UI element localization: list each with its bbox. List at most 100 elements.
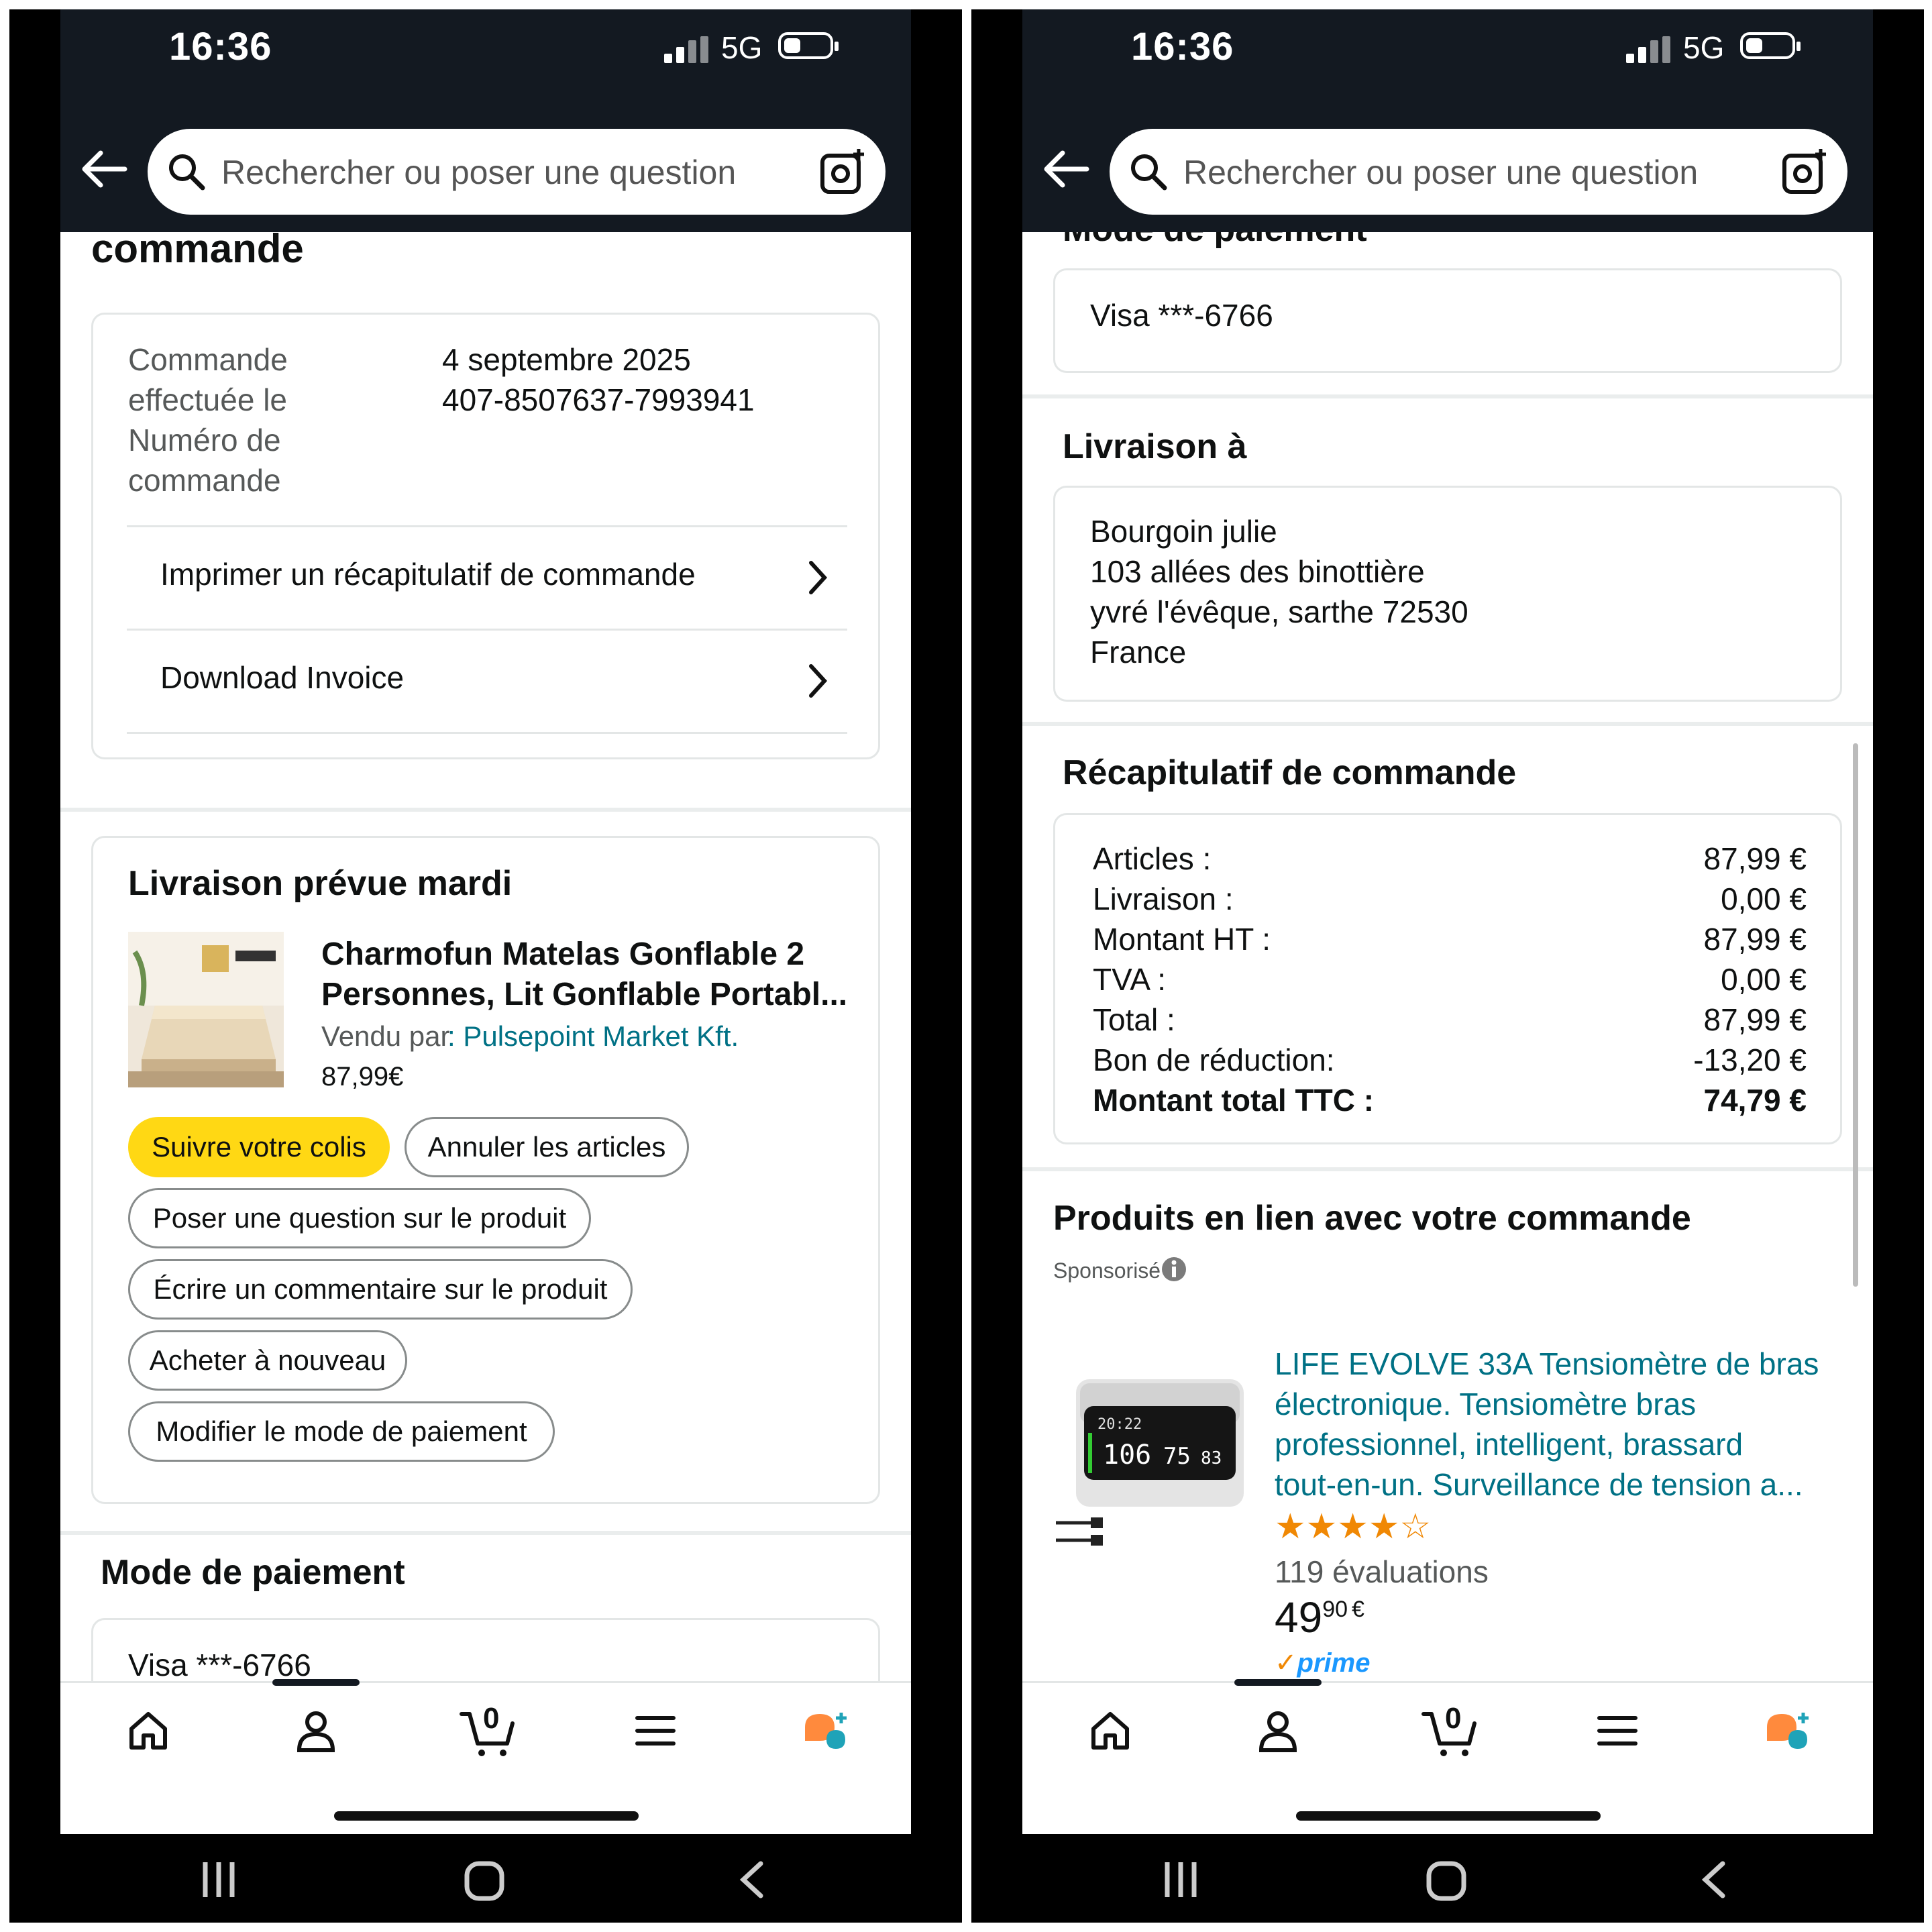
recent-apps-icon[interactable]	[1161, 1860, 1201, 1900]
product-image-blood-pressure-monitor[interactable]: 20:22 106 75 83	[1049, 1359, 1250, 1560]
search-icon	[169, 154, 205, 191]
summary-value: 87,99 €	[1703, 922, 1807, 957]
app-screen: 16:36 5G Rechercher ou poser une questio…	[1022, 9, 1873, 1834]
camera-lens-icon[interactable]	[1779, 146, 1830, 197]
menu-icon[interactable]	[632, 1707, 679, 1754]
device-display-time: 20:22	[1097, 1416, 1142, 1433]
print-summary-row[interactable]: Imprimer un récapitulatif de commande	[127, 528, 847, 629]
cart-count: 0	[1445, 1702, 1462, 1735]
account-icon[interactable]	[1254, 1707, 1301, 1754]
system-back-icon[interactable]	[735, 1860, 769, 1900]
camera-lens-icon[interactable]	[817, 146, 868, 197]
back-arrow-icon[interactable]	[1042, 149, 1089, 189]
recent-apps-icon[interactable]	[199, 1860, 239, 1900]
divider	[127, 525, 847, 527]
print-summary-label: Imprimer un récapitulatif de commande	[160, 557, 696, 592]
write-review-button[interactable]: Écrire un commentaire sur le produit	[128, 1259, 633, 1320]
cart-button[interactable]: 0	[1421, 1701, 1481, 1761]
seller-link[interactable]: : Pulsepoint Market Kft.	[447, 1020, 739, 1053]
order-date-label-2: effectuée le	[128, 382, 288, 417]
info-icon[interactable]	[1161, 1256, 1187, 1283]
related-product-title-1[interactable]: LIFE EVOLVE 33A Tensiomètre de bras	[1275, 1346, 1819, 1382]
rufus-assistant-icon[interactable]	[800, 1707, 853, 1761]
star-filled-icon: ★	[1337, 1507, 1368, 1546]
summary-row: Livraison : 0,00 €	[1093, 881, 1807, 921]
shipping-address-card: Bourgoin julie 103 allées des binottière…	[1053, 486, 1842, 702]
system-back-icon[interactable]	[1697, 1860, 1731, 1900]
network-type: 5G	[721, 30, 763, 65]
price-fraction: 90	[1322, 1597, 1348, 1622]
change-payment-button[interactable]: Modifier le mode de paiement	[128, 1401, 555, 1462]
chevron-right-icon	[809, 561, 828, 594]
system-home-icon[interactable]	[463, 1860, 506, 1902]
home-icon[interactable]	[125, 1707, 172, 1754]
rufus-assistant-icon[interactable]	[1762, 1707, 1815, 1761]
related-product-title-2[interactable]: électronique. Tensiomètre bras	[1275, 1386, 1696, 1422]
search-input[interactable]: Rechercher ou poser une question	[221, 153, 736, 192]
right-phone-screenshot: 16:36 5G Rechercher ou poser une questio…	[971, 9, 1924, 1923]
order-summary-card: Articles : 87,99 € Livraison : 0,00 € Mont…	[1053, 813, 1842, 1144]
payment-card: Visa ***-6766	[91, 1618, 880, 1681]
page-title: commande	[91, 232, 304, 271]
device-display-sys: 106	[1103, 1440, 1151, 1470]
delivery-title: Livraison prévue mardi	[128, 864, 513, 903]
ask-question-button[interactable]: Poser une question sur le produit	[128, 1188, 591, 1248]
section-separator	[60, 1531, 911, 1535]
review-count[interactable]: 119 évaluations	[1275, 1554, 1489, 1590]
summary-value: 0,00 €	[1721, 962, 1807, 997]
search-bar[interactable]: Rechercher ou poser une question	[148, 129, 885, 215]
download-invoice-row[interactable]: Download Invoice	[127, 631, 847, 732]
account-icon[interactable]	[292, 1707, 339, 1754]
summary-value: 87,99 €	[1703, 1002, 1807, 1037]
summary-row: TVA : 0,00 €	[1093, 961, 1807, 1002]
star-rating[interactable]: ★★★★☆	[1275, 1507, 1431, 1547]
menu-icon[interactable]	[1594, 1707, 1641, 1754]
prime-check-icon: ✓	[1275, 1648, 1297, 1678]
track-package-button[interactable]: Suivre votre colis	[128, 1117, 390, 1177]
summary-value: 0,00 €	[1721, 881, 1807, 916]
product-image-air-mattress[interactable]	[128, 932, 284, 1087]
price-currency: €	[1352, 1597, 1364, 1622]
prime-badge: ✓prime	[1275, 1648, 1370, 1678]
back-arrow-icon[interactable]	[80, 149, 127, 189]
price-whole: 49	[1275, 1593, 1323, 1642]
related-product-title-4[interactable]: tout-en-un. Surveillance de tension a...	[1275, 1466, 1803, 1503]
sold-by-label: Vendu par	[321, 1020, 450, 1052]
cart-count: 0	[483, 1702, 500, 1735]
summary-label: Total :	[1093, 1002, 1175, 1037]
home-icon[interactable]	[1087, 1707, 1134, 1754]
signal-icon	[1626, 36, 1670, 63]
cancel-items-button[interactable]: Annuler les articles	[405, 1117, 689, 1177]
divider	[127, 732, 847, 734]
related-product-title-3[interactable]: professionnel, intelligent, brassard	[1275, 1426, 1743, 1462]
summary-label: Livraison :	[1093, 881, 1234, 916]
cart-button[interactable]: 0	[459, 1701, 519, 1761]
summary-label: TVA :	[1093, 962, 1167, 997]
status-bar: 16:36 5G	[1022, 9, 1873, 117]
home-indicator[interactable]	[1296, 1811, 1601, 1821]
scrollbar[interactable]	[1853, 743, 1858, 1287]
related-products-title: Produits en lien avec votre commande	[1053, 1199, 1691, 1238]
order-date-label: Commande	[128, 342, 288, 377]
order-number-value: 407-8507637-7993941	[442, 382, 755, 417]
system-nav-bar	[9, 1834, 962, 1923]
product-title-line-1[interactable]: Charmofun Matelas Gonflable 2	[321, 936, 804, 973]
summary-label: Montant total TTC :	[1093, 1083, 1375, 1118]
star-empty-icon: ☆	[1399, 1507, 1432, 1546]
left-phone-screenshot: 16:36 5G Rechercher ou poser une questio…	[9, 9, 962, 1923]
search-bar[interactable]: Rechercher ou poser une question	[1110, 129, 1847, 215]
star-filled-icon: ★	[1275, 1507, 1306, 1546]
delivery-card: Livraison prévue mardi Charmofun Matelas…	[91, 836, 880, 1504]
payment-title-partial: Mode de paiement	[1063, 232, 1367, 250]
product-title-line-2[interactable]: Personnes, Lit Gonflable Portabl...	[321, 976, 847, 1013]
summary-label: Bon de réduction:	[1093, 1042, 1335, 1077]
search-input[interactable]: Rechercher ou poser une question	[1183, 153, 1698, 192]
system-home-icon[interactable]	[1425, 1860, 1468, 1902]
buy-again-button[interactable]: Acheter à nouveau	[128, 1330, 407, 1391]
search-header: Rechercher ou poser une question	[1022, 117, 1873, 232]
home-indicator[interactable]	[334, 1811, 639, 1821]
payment-card-value: Visa ***-6766	[1090, 298, 1273, 333]
summary-value: -13,20 €	[1693, 1042, 1807, 1077]
signal-icon	[664, 36, 708, 63]
shipping-line-2: yvré l'évêque, sarthe 72530	[1090, 594, 1468, 629]
